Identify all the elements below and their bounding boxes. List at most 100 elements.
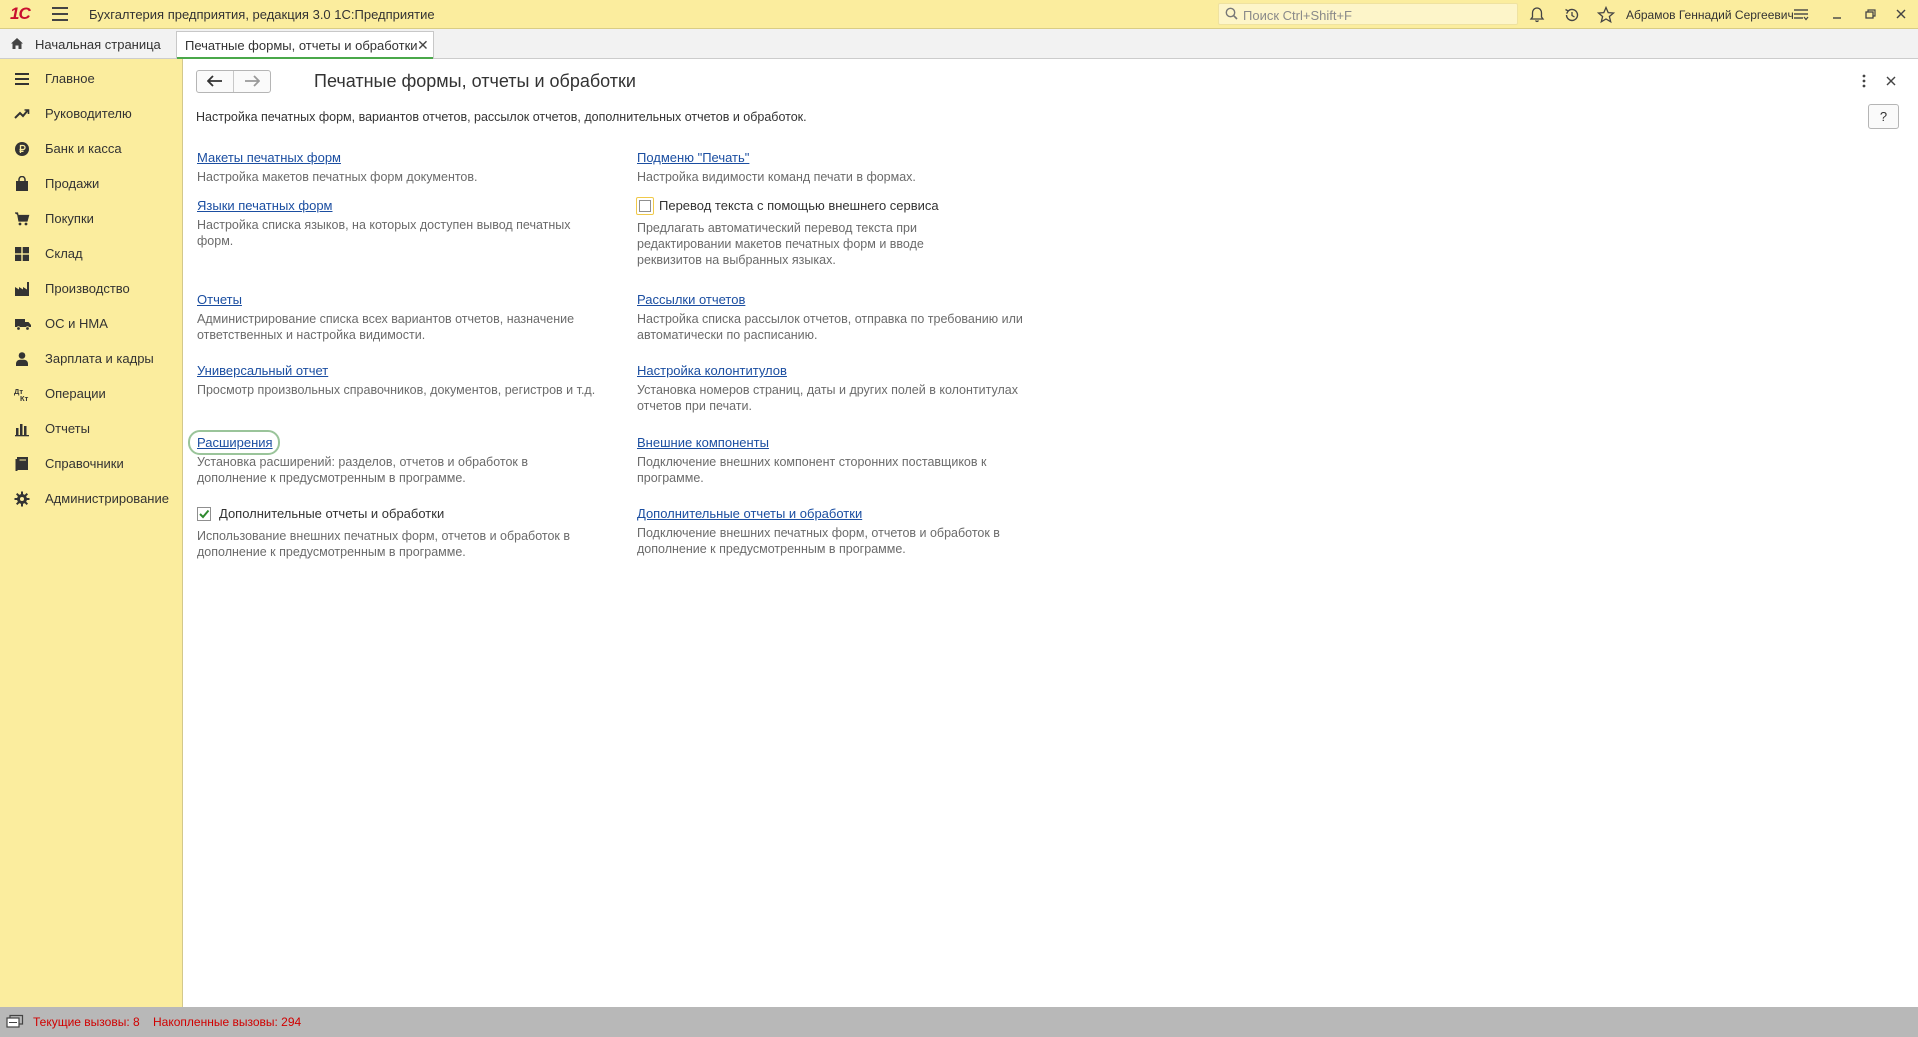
form-area: Печатные формы, отчеты и обработки ? Нас… [183, 59, 1918, 1007]
help-button[interactable]: ? [1868, 104, 1899, 129]
minimize-icon[interactable] [1826, 4, 1848, 24]
setting-description: Настройка списка языков, на которых дост… [197, 218, 571, 248]
truck-icon [15, 319, 31, 331]
report-mailings-link[interactable]: Рассылки отчетов [637, 292, 745, 307]
sidebar-item-label: Справочники [45, 456, 124, 471]
arrow-left-icon [207, 75, 222, 87]
sidebar-item-label: Склад [45, 246, 83, 261]
print-submenu-link[interactable]: Подменю "Печать" [637, 150, 749, 165]
tab-home-label: Начальная страница [35, 37, 161, 52]
close-form-icon[interactable] [1882, 71, 1900, 91]
search-input[interactable] [1241, 6, 1513, 24]
universal-report-link[interactable]: Универсальный отчет [197, 363, 328, 378]
translation-checkbox[interactable] [636, 197, 654, 215]
print-languages-link[interactable]: Языки печатных форм [197, 198, 333, 213]
sidebar-item-main[interactable]: Главное [0, 64, 182, 94]
setting-block: Настройка колонтитулов Установка номеров… [637, 363, 1057, 414]
tab-print-forms-label: Печатные формы, отчеты и обработки [185, 38, 418, 53]
tab-print-forms[interactable]: Печатные формы, отчеты и обработки ✕ [176, 31, 434, 59]
setting-description: Установка номеров страниц, даты и других… [637, 383, 1018, 413]
sidebar-item-label: Руководителю [45, 106, 132, 121]
history-icon[interactable] [1562, 5, 1582, 25]
setting-block: Внешние компоненты Подключение внешних к… [637, 435, 1057, 486]
close-window-icon[interactable] [1890, 4, 1912, 24]
setting-block: Перевод текста с помощью внешнего сервис… [636, 197, 1057, 268]
setting-block: Дополнительные отчеты и обработки Исполь… [197, 506, 617, 560]
sidebar-item-label: Зарплата и кадры [45, 351, 154, 366]
sidebar-item-sales[interactable]: Продажи [0, 169, 182, 199]
trend-up-icon [14, 109, 30, 119]
setting-block: Отчеты Администрирование списка всех вар… [197, 292, 617, 343]
main-menu-button[interactable] [52, 7, 68, 21]
dt-kt-icon: Дт Кт [14, 387, 29, 402]
sidebar-item-bank[interactable]: Банк и касса [0, 134, 182, 164]
sidebar-item-production[interactable]: Производство [0, 274, 182, 304]
setting-description: Установка расширений: разделов, отчетов … [197, 455, 528, 485]
person-icon [16, 352, 28, 366]
setting-description: Настройка видимости команд печати в форм… [637, 170, 916, 184]
sidebar-item-assets[interactable]: ОС и НМА [0, 309, 182, 339]
sidebar-item-directories[interactable]: Справочники [0, 449, 182, 479]
setting-block: Универсальный отчет Просмотр произвольны… [197, 363, 617, 398]
print-templates-link[interactable]: Макеты печатных форм [197, 150, 341, 165]
settings-menu-icon[interactable] [1790, 4, 1812, 24]
sidebar-item-salary[interactable]: Зарплата и кадры [0, 344, 182, 374]
checkbox-label: Дополнительные отчеты и обработки [219, 506, 445, 521]
sidebar-item-label: Главное [45, 71, 95, 86]
sidebar-item-label: ОС и НМА [45, 316, 108, 331]
sidebar-item-warehouse[interactable]: Склад [0, 239, 182, 269]
arrow-right-icon [245, 75, 260, 87]
user-name[interactable]: Абрамов Геннадий Сергеевич [1626, 8, 1794, 22]
tab-home[interactable]: Начальная страница [0, 29, 175, 58]
sidebar-item-label: Администрирование [45, 491, 169, 506]
bar-chart-icon [15, 424, 29, 437]
tabs-bar: Начальная страница Печатные формы, отчет… [0, 29, 1918, 59]
additional-reports-link[interactable]: Дополнительные отчеты и обработки [637, 506, 862, 521]
headers-footers-link[interactable]: Настройка колонтитулов [637, 363, 787, 378]
reports-link[interactable]: Отчеты [197, 292, 242, 307]
server-calls-icon[interactable] [6, 1014, 24, 1030]
forward-button[interactable] [234, 71, 270, 92]
shopping-bag-icon [16, 176, 28, 191]
sidebar-item-label: Покупки [45, 211, 94, 226]
sidebar-item-label: Операции [45, 386, 106, 401]
menu-lines-icon [15, 73, 29, 85]
setting-block: Расширения Установка расширений: раздело… [188, 430, 617, 486]
setting-description: Настройка списка рассылок отчетов, отпра… [637, 312, 1023, 342]
setting-description: Подключение внешних компонент сторонних … [637, 455, 987, 485]
tab-close-icon[interactable]: ✕ [417, 37, 429, 54]
translation-checkbox-row[interactable]: Перевод текста с помощью внешнего сервис… [636, 197, 1057, 216]
gear-icon [14, 491, 30, 507]
warehouse-grid-icon [15, 247, 29, 261]
sidebar-item-administration[interactable]: Администрирование [0, 484, 182, 514]
sidebar-item-label: Производство [45, 281, 130, 296]
additional-reports-checkbox-row[interactable]: Дополнительные отчеты и обработки [197, 506, 617, 524]
restore-icon[interactable] [1859, 4, 1881, 24]
book-icon [15, 457, 28, 471]
external-components-link[interactable]: Внешние компоненты [637, 435, 769, 450]
page-description: Настройка печатных форм, вариантов отчет… [196, 110, 807, 124]
navigation-buttons [196, 70, 271, 93]
back-button[interactable] [197, 71, 234, 92]
more-actions-icon[interactable] [1855, 71, 1873, 91]
sidebar-item-operations[interactable]: Дт Кт Операции [0, 379, 182, 409]
setting-block: Подменю "Печать" Настройка видимости ком… [637, 150, 1057, 185]
sidebar-item-manager[interactable]: Руководителю [0, 99, 182, 129]
search-icon [1225, 7, 1238, 20]
setting-description: Использование внешних печатных форм, отч… [197, 529, 571, 559]
setting-block: Языки печатных форм Настройка списка язы… [197, 198, 617, 249]
additional-reports-checkbox[interactable] [197, 507, 211, 521]
cart-icon [15, 212, 30, 226]
svg-text:Кт: Кт [20, 394, 29, 402]
title-bar: 1С Бухгалтерия предприятия, редакция 3.0… [0, 0, 1918, 29]
sidebar-item-purchases[interactable]: Покупки [0, 204, 182, 234]
setting-block: Дополнительные отчеты и обработки Подклю… [637, 506, 1057, 557]
sidebar-item-reports[interactable]: Отчеты [0, 414, 182, 444]
app-logo: 1С [10, 4, 31, 23]
search-field[interactable] [1218, 3, 1518, 25]
bell-icon[interactable] [1527, 5, 1547, 25]
star-icon[interactable] [1596, 5, 1616, 25]
sidebar-item-label: Банк и касса [45, 141, 122, 156]
setting-description: Предлагать автоматический перевод текста… [637, 221, 924, 267]
focus-ring [188, 430, 280, 455]
